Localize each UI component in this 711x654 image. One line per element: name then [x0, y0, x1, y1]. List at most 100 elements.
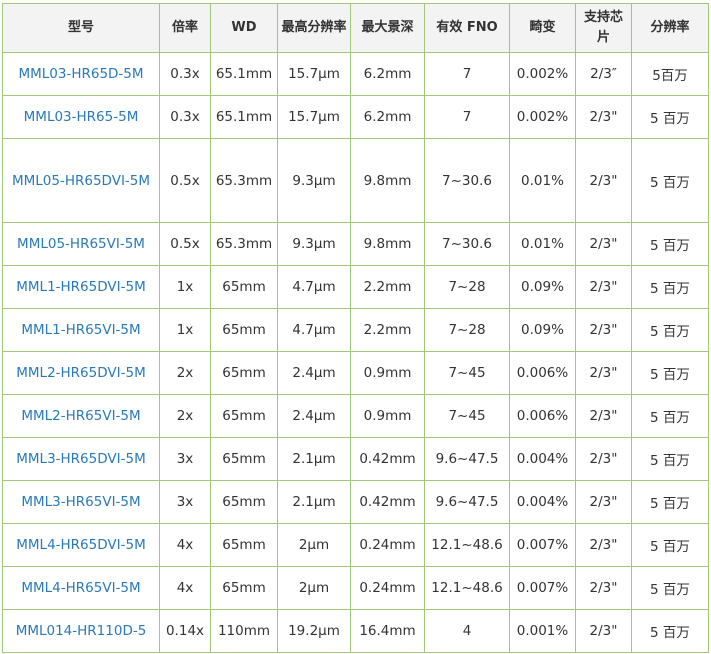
- cell-distortion: 0.09%: [509, 308, 576, 352]
- cell-max-resolution: 2μm: [277, 566, 351, 610]
- cell-supported-chip: 2/3": [575, 265, 632, 309]
- cell-distortion: 0.006%: [509, 394, 576, 438]
- model-link[interactable]: MML1-HR65DVI-5M: [2, 265, 160, 309]
- table-header-row: 型号 倍率 WD 最高分辨率 最大景深 有效 FNO 畸变 支持芯片 分辨率: [2, 3, 709, 53]
- cell-magnification: 3x: [159, 480, 211, 524]
- table-row: MML05-HR65VI-5M 0.5x 65.3mm 9.3μm 9.8mm …: [2, 222, 709, 266]
- cell-effective-fno: 9.6~47.5: [424, 480, 510, 524]
- cell-magnification: 0.3x: [159, 95, 211, 139]
- cell-effective-fno: 4: [424, 609, 510, 653]
- header-effective-fno: 有效 FNO: [424, 3, 510, 53]
- cell-resolution: 5 百万: [631, 222, 709, 266]
- cell-supported-chip: 2/3": [575, 566, 632, 610]
- cell-magnification: 4x: [159, 566, 211, 610]
- cell-supported-chip: 2/3": [575, 308, 632, 352]
- cell-max-resolution: 9.3μm: [277, 138, 351, 223]
- cell-magnification: 0.5x: [159, 138, 211, 223]
- cell-distortion: 0.001%: [509, 609, 576, 653]
- header-resolution: 分辨率: [631, 3, 709, 53]
- cell-distortion: 0.01%: [509, 222, 576, 266]
- table-row: MML4-HR65DVI-5M 4x 65mm 2μm 0.24mm 12.1~…: [2, 523, 709, 567]
- cell-effective-fno: 9.6~47.5: [424, 437, 510, 481]
- cell-resolution: 5 百万: [631, 265, 709, 309]
- cell-effective-fno: 7: [424, 52, 510, 96]
- cell-distortion: 0.002%: [509, 52, 576, 96]
- cell-distortion: 0.004%: [509, 437, 576, 481]
- cell-resolution: 5 百万: [631, 523, 709, 567]
- cell-max-resolution: 2μm: [277, 523, 351, 567]
- model-link[interactable]: MML4-HR65DVI-5M: [2, 523, 160, 567]
- model-link[interactable]: MML05-HR65VI-5M: [2, 222, 160, 266]
- cell-max-dof: 2.2mm: [350, 308, 425, 352]
- model-link[interactable]: MML2-HR65DVI-5M: [2, 351, 160, 395]
- cell-magnification: 0.14x: [159, 609, 211, 653]
- lens-spec-table: 型号 倍率 WD 最高分辨率 最大景深 有效 FNO 畸变 支持芯片 分辨率 M…: [2, 3, 709, 653]
- cell-magnification: 2x: [159, 394, 211, 438]
- cell-distortion: 0.006%: [509, 351, 576, 395]
- cell-effective-fno: 7~28: [424, 265, 510, 309]
- cell-effective-fno: 7~30.6: [424, 138, 510, 223]
- cell-max-resolution: 2.1μm: [277, 480, 351, 524]
- cell-wd: 65mm: [210, 480, 278, 524]
- cell-resolution: 5 百万: [631, 480, 709, 524]
- cell-supported-chip: 2/3": [575, 138, 632, 223]
- cell-resolution: 5 百万: [631, 95, 709, 139]
- cell-wd: 65.3mm: [210, 138, 278, 223]
- cell-wd: 65mm: [210, 308, 278, 352]
- cell-distortion: 0.007%: [509, 566, 576, 610]
- header-distortion: 畸变: [509, 3, 576, 53]
- cell-max-resolution: 2.1μm: [277, 437, 351, 481]
- cell-max-resolution: 2.4μm: [277, 394, 351, 438]
- cell-max-dof: 6.2mm: [350, 95, 425, 139]
- cell-wd: 110mm: [210, 609, 278, 653]
- header-max-resolution: 最高分辨率: [277, 3, 351, 53]
- cell-max-resolution: 15.7μm: [277, 95, 351, 139]
- cell-effective-fno: 7~30.6: [424, 222, 510, 266]
- cell-distortion: 0.09%: [509, 265, 576, 309]
- table-row: MML2-HR65VI-5M 2x 65mm 2.4μm 0.9mm 7~45 …: [2, 394, 709, 438]
- cell-effective-fno: 12.1~48.6: [424, 566, 510, 610]
- table-row: MML03-HR65-5M 0.3x 65.1mm 15.7μm 6.2mm 7…: [2, 95, 709, 139]
- model-link[interactable]: MML2-HR65VI-5M: [2, 394, 160, 438]
- table-row: MML1-HR65VI-5M 1x 65mm 4.7μm 2.2mm 7~28 …: [2, 308, 709, 352]
- cell-max-dof: 0.42mm: [350, 437, 425, 481]
- cell-distortion: 0.004%: [509, 480, 576, 524]
- cell-max-resolution: 15.7μm: [277, 52, 351, 96]
- model-link[interactable]: MML4-HR65VI-5M: [2, 566, 160, 610]
- model-link[interactable]: MML014-HR110D-5: [2, 609, 160, 653]
- cell-max-dof: 0.42mm: [350, 480, 425, 524]
- cell-resolution: 5百万: [631, 52, 709, 96]
- header-max-dof: 最大景深: [350, 3, 425, 53]
- cell-magnification: 0.3x: [159, 52, 211, 96]
- cell-max-dof: 2.2mm: [350, 265, 425, 309]
- header-magnification: 倍率: [159, 3, 211, 53]
- cell-wd: 65.1mm: [210, 95, 278, 139]
- cell-supported-chip: 2/3": [575, 222, 632, 266]
- cell-supported-chip: 2/3": [575, 95, 632, 139]
- cell-supported-chip: 2/3": [575, 394, 632, 438]
- cell-resolution: 5 百万: [631, 351, 709, 395]
- model-link[interactable]: MML3-HR65VI-5M: [2, 480, 160, 524]
- cell-wd: 65.3mm: [210, 222, 278, 266]
- cell-wd: 65mm: [210, 394, 278, 438]
- model-link[interactable]: MML03-HR65-5M: [2, 95, 160, 139]
- model-link[interactable]: MML05-HR65DVI-5M: [2, 138, 160, 223]
- cell-wd: 65mm: [210, 351, 278, 395]
- cell-max-resolution: 9.3μm: [277, 222, 351, 266]
- cell-supported-chip: 2/3": [575, 437, 632, 481]
- table-row: MML3-HR65DVI-5M 3x 65mm 2.1μm 0.42mm 9.6…: [2, 437, 709, 481]
- cell-effective-fno: 7~45: [424, 394, 510, 438]
- table-row: MML2-HR65DVI-5M 2x 65mm 2.4μm 0.9mm 7~45…: [2, 351, 709, 395]
- table-row: MML1-HR65DVI-5M 1x 65mm 4.7μm 2.2mm 7~28…: [2, 265, 709, 309]
- header-wd: WD: [210, 3, 278, 53]
- cell-max-dof: 9.8mm: [350, 138, 425, 223]
- table-row: MML014-HR110D-5 0.14x 110mm 19.2μm 16.4m…: [2, 609, 709, 653]
- model-link[interactable]: MML3-HR65DVI-5M: [2, 437, 160, 481]
- cell-effective-fno: 7~45: [424, 351, 510, 395]
- cell-magnification: 2x: [159, 351, 211, 395]
- model-link[interactable]: MML03-HR65D-5M: [2, 52, 160, 96]
- cell-effective-fno: 12.1~48.6: [424, 523, 510, 567]
- model-link[interactable]: MML1-HR65VI-5M: [2, 308, 160, 352]
- cell-max-dof: 0.24mm: [350, 566, 425, 610]
- cell-magnification: 3x: [159, 437, 211, 481]
